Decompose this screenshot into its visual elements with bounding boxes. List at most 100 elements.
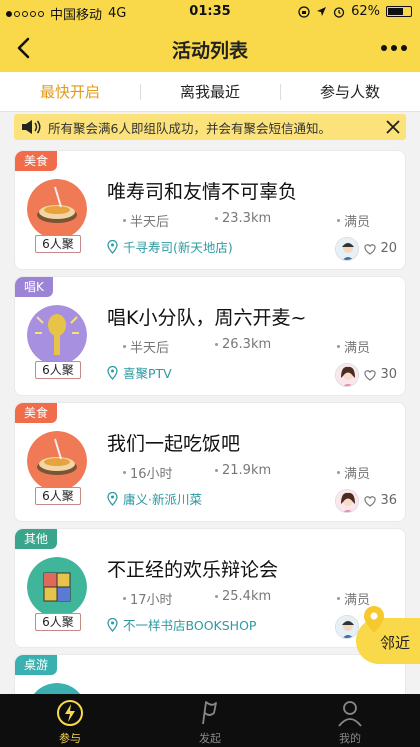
status-bar: 中国移动 4G 01:35 62%	[0, 0, 420, 24]
notice-banner: 所有聚会满6人即组队成功，并会有聚会短信通知。	[14, 114, 406, 140]
heart-badge-icon	[364, 243, 377, 255]
category-tag: 桌游	[15, 655, 58, 675]
event-title: 唱K小分队，周六开麦~	[107, 307, 307, 329]
event-location[interactable]: 庸义·新派川菜	[107, 489, 202, 508]
event-time-text: 半天后	[130, 341, 170, 356]
lock-rotation-icon	[298, 5, 310, 18]
group-size-badge: 6人聚	[35, 487, 81, 505]
event-status: 满员	[337, 337, 370, 356]
battery-percent: 62%	[351, 4, 380, 19]
event-time: 16小时	[123, 463, 173, 482]
member-avatar	[335, 237, 359, 261]
event-title: 不正经的欢乐辩论会	[107, 559, 279, 581]
person-icon	[338, 701, 362, 727]
likes-count: 36	[363, 493, 397, 508]
tab-label: 发起	[199, 732, 221, 745]
bottom-tab-bar: 参与 发起 我的	[0, 694, 420, 747]
event-status: 满员	[337, 211, 370, 230]
group-size-badge: 6人聚	[35, 361, 81, 379]
likes-count: 20	[363, 241, 397, 256]
tab-fastest[interactable]: 最快开启	[0, 72, 140, 111]
location-pin-icon	[107, 365, 118, 380]
event-time-text: 16小时	[130, 467, 173, 482]
nearby-label: 邻近	[380, 634, 411, 652]
event-image-cube	[27, 557, 87, 617]
location-arrow-icon	[317, 7, 327, 16]
more-dot-icon	[381, 45, 387, 51]
close-icon	[386, 120, 400, 134]
member-avatar	[335, 615, 359, 639]
event-distance-text: 26.3km	[222, 337, 272, 352]
location-pin-icon	[364, 606, 384, 633]
location-pin-icon	[107, 491, 118, 506]
nearby-button[interactable]: 邻近	[356, 606, 420, 664]
location-pin-icon	[107, 239, 118, 254]
event-card[interactable]: 美食 6人聚 唯寿司和友情不可辜负 半天后 23.3km 满员 千寻寿司(新天地…	[14, 150, 406, 270]
event-distance-text: 21.9km	[222, 463, 272, 478]
speaker-icon	[22, 120, 41, 134]
likes-text: 30	[380, 367, 397, 382]
event-location[interactable]: 不一样书店BOOKSHOP	[107, 615, 256, 634]
location-text: 千寻寿司(新天地店)	[123, 240, 233, 255]
tab-nearest[interactable]: 离我最近	[140, 72, 280, 111]
bullet-icon	[215, 217, 218, 220]
more-button[interactable]	[376, 38, 412, 58]
tab-mine[interactable]: 我的	[280, 694, 420, 747]
likes-count: 30	[363, 367, 397, 382]
tab-label: 我的	[339, 732, 361, 745]
location-text: 不一样书店BOOKSHOP	[123, 618, 257, 633]
event-image-microphone	[27, 305, 87, 365]
group-size-badge: 6人聚	[35, 235, 81, 253]
bullet-icon	[337, 471, 340, 474]
event-distance: 23.3km	[215, 211, 271, 226]
bullet-icon	[123, 471, 126, 474]
tab-participate[interactable]: 参与	[0, 694, 140, 747]
event-title: 唯寿司和友情不可辜负	[107, 181, 298, 203]
lightning-icon	[57, 700, 83, 726]
bullet-icon	[337, 219, 340, 222]
event-card[interactable]: 其他 6人聚 不正经的欢乐辩论会 17小时 25.4km 满员 不一样书店BOO…	[14, 528, 406, 648]
tab-label: 参与	[59, 732, 81, 745]
event-time: 17小时	[123, 589, 173, 608]
notice-close-button[interactable]	[380, 114, 406, 140]
event-title: 我们一起吃饭吧	[107, 433, 241, 455]
group-size-badge: 6人聚	[35, 613, 81, 631]
event-card[interactable]: 唱K 6人聚 唱K小分队，周六开麦~ 半天后 26.3km 满员 喜聚PTV 3…	[14, 276, 406, 396]
event-status-text: 满员	[344, 215, 371, 230]
location-pin-icon	[107, 617, 118, 632]
event-distance-text: 23.3km	[222, 211, 272, 226]
event-location[interactable]: 千寻寿司(新天地店)	[107, 237, 233, 256]
bullet-icon	[337, 345, 340, 348]
event-distance: 26.3km	[215, 337, 271, 352]
bullet-icon	[123, 597, 126, 600]
bullet-icon	[337, 597, 340, 600]
event-card[interactable]: 美食 6人聚 我们一起吃饭吧 16小时 21.9km 满员 庸义·新派川菜 36	[14, 402, 406, 522]
event-time-text: 半天后	[130, 215, 170, 230]
category-tag: 美食	[15, 151, 58, 171]
bullet-icon	[215, 469, 218, 472]
event-time-text: 17小时	[130, 593, 173, 608]
likes-text: 20	[380, 241, 397, 256]
sort-tabs: 最快开启 离我最近 参与人数	[0, 72, 420, 112]
bullet-icon	[215, 343, 218, 346]
tab-launch[interactable]: 发起	[140, 694, 280, 747]
event-distance: 25.4km	[215, 589, 271, 604]
event-status-text: 满员	[344, 467, 371, 482]
tab-participants[interactable]: 参与人数	[280, 72, 420, 111]
alarm-icon	[333, 6, 345, 18]
navigation-bar: 活动列表	[0, 24, 420, 72]
more-dot-icon	[401, 45, 407, 51]
event-status: 满员	[337, 463, 370, 482]
member-avatar	[335, 489, 359, 513]
heart-badge-icon	[364, 495, 377, 507]
event-location[interactable]: 喜聚PTV	[107, 363, 172, 382]
event-image-food	[27, 431, 87, 491]
event-distance: 21.9km	[215, 463, 271, 478]
category-tag: 美食	[15, 403, 58, 423]
category-tag: 唱K	[15, 277, 53, 297]
event-time: 半天后	[123, 211, 169, 230]
flag-icon	[202, 701, 217, 725]
category-tag: 其他	[15, 529, 58, 549]
bullet-icon	[123, 219, 126, 222]
notice-text: 所有聚会满6人即组队成功，并会有聚会短信通知。	[48, 120, 331, 136]
